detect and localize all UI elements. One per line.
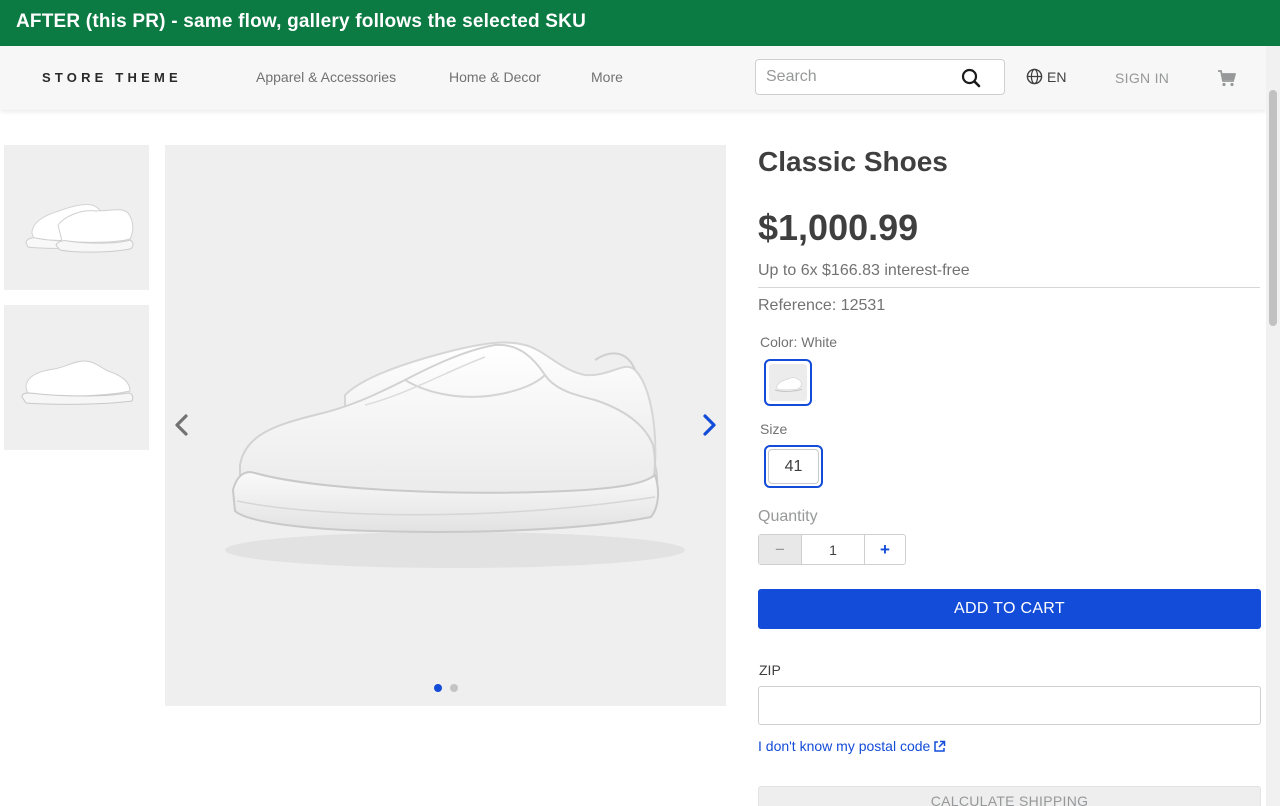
chevron-right-icon[interactable]: [697, 412, 721, 438]
store-logo[interactable]: STORE THEME: [42, 70, 182, 85]
pr-banner: AFTER (this PR) - same flow, gallery fol…: [0, 0, 1280, 46]
white-slip-on-shoe: [225, 341, 685, 568]
site-header: STORE THEME Apparel & Accessories Home &…: [0, 46, 1266, 110]
gallery-thumbnail-1[interactable]: [4, 145, 149, 290]
shoe-pair-thumbnail: [25, 204, 134, 253]
banner-text: AFTER (this PR) - same flow, gallery fol…: [16, 11, 586, 32]
quantity-stepper: − +: [758, 534, 906, 565]
nav-item-home-decor[interactable]: Home & Decor: [449, 69, 541, 85]
quantity-label: Quantity: [758, 508, 818, 525]
price-divider: [758, 287, 1260, 288]
unknown-postal-code-link[interactable]: I don't know my postal code: [758, 738, 946, 754]
color-variant-label: Color: White: [760, 334, 837, 350]
swatch-image: [769, 364, 807, 401]
nav-item-more[interactable]: More: [591, 69, 623, 85]
installments-text: Up to 6x $166.83 interest-free: [758, 262, 970, 279]
zip-label: ZIP: [759, 662, 781, 678]
search-box: [755, 59, 1005, 95]
color-swatch-white[interactable]: [764, 359, 812, 406]
color-label: Color:: [760, 334, 798, 350]
reference-value: 12531: [840, 297, 886, 314]
language-selector[interactable]: EN: [1026, 68, 1066, 85]
shoe-side-thumbnail: [21, 360, 134, 405]
slide-dot-2[interactable]: [449, 684, 458, 692]
slider-pagination: [165, 684, 726, 692]
size-label: Size: [760, 421, 788, 437]
postal-link-label: I don't know my postal code: [758, 738, 931, 754]
quantity-increase-button[interactable]: +: [865, 535, 905, 564]
search-icon[interactable]: [960, 67, 982, 89]
search-input[interactable]: [766, 60, 956, 94]
color-value: White: [801, 334, 838, 350]
gallery-thumbnail-2[interactable]: [4, 305, 149, 450]
page-scrollbar[interactable]: [1266, 46, 1280, 806]
external-link-icon: [934, 740, 946, 752]
product-main-image: [165, 145, 726, 706]
slide-dot-1[interactable]: [433, 684, 442, 692]
nav-item-apparel[interactable]: Apparel & Accessories: [256, 69, 396, 85]
product-name: Classic Shoes: [758, 146, 948, 177]
language-label: EN: [1047, 68, 1067, 85]
scrollbar-thumb[interactable]: [1269, 90, 1277, 326]
quantity-input[interactable]: [801, 535, 865, 564]
calculate-shipping-button[interactable]: CALCULATE SHIPPING: [758, 786, 1261, 806]
size-option-41[interactable]: 41: [764, 445, 823, 488]
zip-input[interactable]: [758, 686, 1261, 725]
size-value: 41: [768, 449, 819, 484]
cart-icon[interactable]: [1218, 70, 1236, 87]
product-price: $1,000.99: [758, 207, 919, 248]
add-to-cart-button[interactable]: ADD TO CART: [758, 589, 1261, 629]
sign-in-link[interactable]: SIGN IN: [1115, 70, 1169, 86]
product-reference: Reference: 12531: [758, 297, 885, 315]
quantity-decrease-button[interactable]: −: [759, 535, 801, 564]
reference-label: Reference:: [758, 297, 837, 314]
chevron-left-icon[interactable]: [170, 412, 194, 438]
globe-icon: [1026, 68, 1043, 85]
